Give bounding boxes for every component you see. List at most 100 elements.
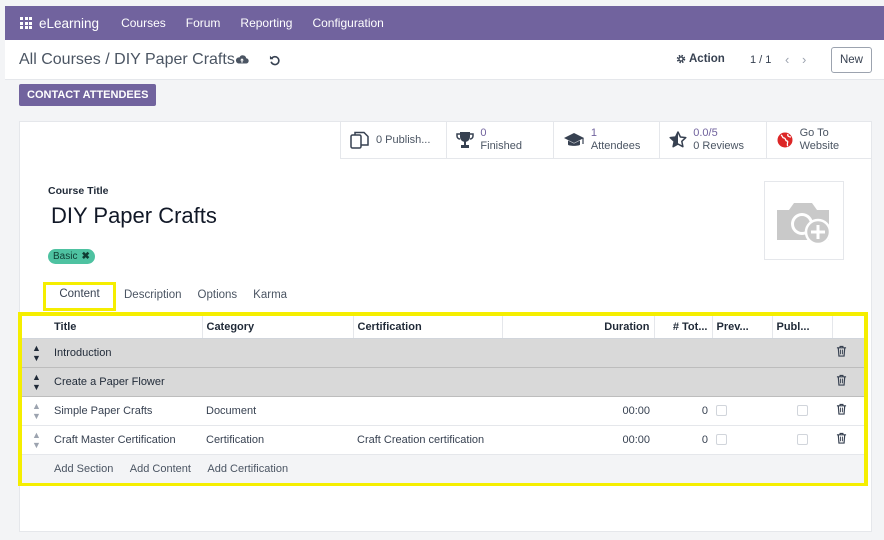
trash-icon[interactable] <box>836 403 847 415</box>
cell-duration[interactable]: 00:00 <box>502 425 654 455</box>
tag-badge: Basic ✖ <box>48 249 95 264</box>
handle-column-header <box>22 316 50 339</box>
pager-value[interactable]: 1 / 1 <box>750 54 771 66</box>
smart-website-line2: Website <box>799 140 840 152</box>
cell-category[interactable]: Certification <box>202 425 353 455</box>
drag-handle-icon[interactable]: ▲ ▼ <box>22 338 50 368</box>
cell-title[interactable]: Simple Paper Crafts <box>50 396 202 426</box>
cell-certification[interactable]: Craft Creation certification <box>353 425 502 455</box>
course-image-upload[interactable] <box>764 181 844 260</box>
column-preview[interactable]: Prev... <box>712 316 773 339</box>
nav-forum[interactable]: Forum <box>186 16 221 30</box>
cell-category[interactable]: Document <box>202 396 353 426</box>
course-title-label: Course Title <box>48 185 109 197</box>
drag-handle-icon[interactable]: ▲ ▼ <box>22 425 50 455</box>
add-section-link[interactable]: Add Section <box>54 463 113 475</box>
smart-button-published[interactable]: 0 Publish... <box>340 122 446 158</box>
globe-icon <box>777 132 793 148</box>
camera-plus-icon <box>777 202 832 245</box>
smart-button-reviews[interactable]: 0.0/5 0 Reviews <box>659 122 765 158</box>
trash-icon[interactable] <box>836 345 847 357</box>
discard-icon[interactable] <box>268 53 282 67</box>
action-menu-button[interactable]: Action <box>676 53 725 65</box>
smart-finished-value: 0 <box>480 127 487 139</box>
add-content-link[interactable]: Add Content <box>130 463 191 475</box>
nav-configuration[interactable]: Configuration <box>312 16 383 30</box>
form-sheet: 0 Publish... 0 Finished 1 Attendees 0.0/… <box>18 121 872 532</box>
section-title[interactable]: Create a Paper Flower <box>50 367 832 397</box>
smart-reviews-value: 0.0/5 <box>693 127 718 139</box>
gear-icon <box>676 54 686 64</box>
column-certification[interactable]: Certification <box>353 316 503 339</box>
preview-checkbox[interactable] <box>716 434 727 446</box>
contact-attendees-button[interactable]: CONTACT ATTENDEES <box>19 84 157 106</box>
trophy-icon <box>456 132 475 148</box>
cell-title[interactable]: Craft Master Certification <box>50 425 202 455</box>
app-brand[interactable]: eLearning <box>39 16 99 31</box>
smart-website-line1: Go To <box>799 127 829 139</box>
column-duration[interactable]: Duration <box>502 316 655 339</box>
nav-courses[interactable]: Courses <box>121 16 166 30</box>
course-title-input[interactable]: DIY Paper Crafts <box>51 203 217 229</box>
smart-button-finished[interactable]: 0 Finished <box>446 122 552 158</box>
smart-attendees-label: Attendees <box>590 140 641 152</box>
cell-certification[interactable] <box>353 396 502 426</box>
preview-checkbox[interactable] <box>716 405 727 417</box>
trash-icon[interactable] <box>836 432 847 444</box>
smart-finished-label: Finished <box>480 140 522 152</box>
star-half-icon <box>669 131 687 148</box>
smart-attendees-value: 1 <box>590 127 597 139</box>
content-table: Title Category Certification Duration # … <box>22 316 864 483</box>
tab-description[interactable]: Description <box>116 283 190 311</box>
control-panel: All Courses / DIY Paper Crafts Action 1 … <box>5 40 884 80</box>
smart-buttons: 0 Publish... 0 Finished 1 Attendees 0.0/… <box>340 122 872 159</box>
drag-handle-icon[interactable]: ▲ ▼ <box>22 396 50 426</box>
column-category[interactable]: Category <box>202 316 354 339</box>
column-title[interactable]: Title <box>50 316 203 339</box>
files-icon <box>350 131 369 149</box>
table-row[interactable]: ▲ ▼ Simple Paper Crafts Document 00:00 0 <box>22 396 864 426</box>
status-bar: CONTACT ATTENDEES <box>5 80 884 110</box>
breadcrumb-all-courses[interactable]: All Courses <box>19 51 101 68</box>
smart-button-attendees[interactable]: 1 Attendees <box>552 122 659 158</box>
column-total[interactable]: # Tot... <box>654 316 713 339</box>
apps-grid-icon[interactable] <box>20 17 32 29</box>
column-published[interactable]: Publ... <box>772 316 833 339</box>
breadcrumb-separator: / <box>105 51 110 68</box>
add-certification-link[interactable]: Add Certification <box>207 463 288 475</box>
table-row[interactable]: ▲ ▼ Create a Paper Flower <box>22 367 864 397</box>
new-button[interactable]: New <box>831 47 872 73</box>
table-header: Title Category Certification Duration # … <box>22 316 864 339</box>
table-row[interactable]: ▲ ▼ Craft Master Certification Certificat… <box>22 425 864 455</box>
notebook-tabs: Content Description Options Karma <box>43 282 295 311</box>
cell-duration[interactable]: 00:00 <box>502 396 654 426</box>
chevron-left-icon[interactable]: ‹ <box>785 52 789 67</box>
smart-button-website[interactable]: Go To Website <box>765 122 872 158</box>
nav-reporting[interactable]: Reporting <box>240 16 292 30</box>
chevron-right-icon[interactable]: › <box>802 52 806 67</box>
published-checkbox[interactable] <box>796 405 808 417</box>
tab-options[interactable]: Options <box>190 283 246 311</box>
smart-published-label: 0 Publish... <box>376 133 431 146</box>
tag-label: Basic <box>53 251 78 262</box>
cloud-upload-icon[interactable] <box>235 53 249 67</box>
published-checkbox[interactable] <box>796 434 808 446</box>
graduation-cap-icon <box>563 132 584 146</box>
trash-column-header <box>832 316 864 339</box>
breadcrumb: All Courses / DIY Paper Crafts <box>19 51 235 69</box>
add-line-row: Add Section Add Content Add Certificatio… <box>22 454 864 483</box>
content-list: Title Category Certification Duration # … <box>18 312 868 486</box>
action-label: Action <box>689 53 725 65</box>
trash-icon[interactable] <box>836 374 847 386</box>
top-navbar: eLearning Courses Forum Reporting Config… <box>5 6 884 40</box>
section-title[interactable]: Introduction <box>50 338 832 368</box>
drag-handle-icon[interactable]: ▲ ▼ <box>22 367 50 397</box>
tab-content[interactable]: Content <box>43 282 116 311</box>
tag-remove-icon[interactable]: ✖ <box>81 251 89 262</box>
cell-total[interactable]: 0 <box>654 425 712 455</box>
table-row[interactable]: ▲ ▼ Introduction <box>22 338 864 368</box>
smart-reviews-label: 0 Reviews <box>693 140 744 152</box>
tab-karma[interactable]: Karma <box>245 283 295 311</box>
breadcrumb-current: DIY Paper Crafts <box>114 51 235 68</box>
cell-total[interactable]: 0 <box>654 396 712 426</box>
